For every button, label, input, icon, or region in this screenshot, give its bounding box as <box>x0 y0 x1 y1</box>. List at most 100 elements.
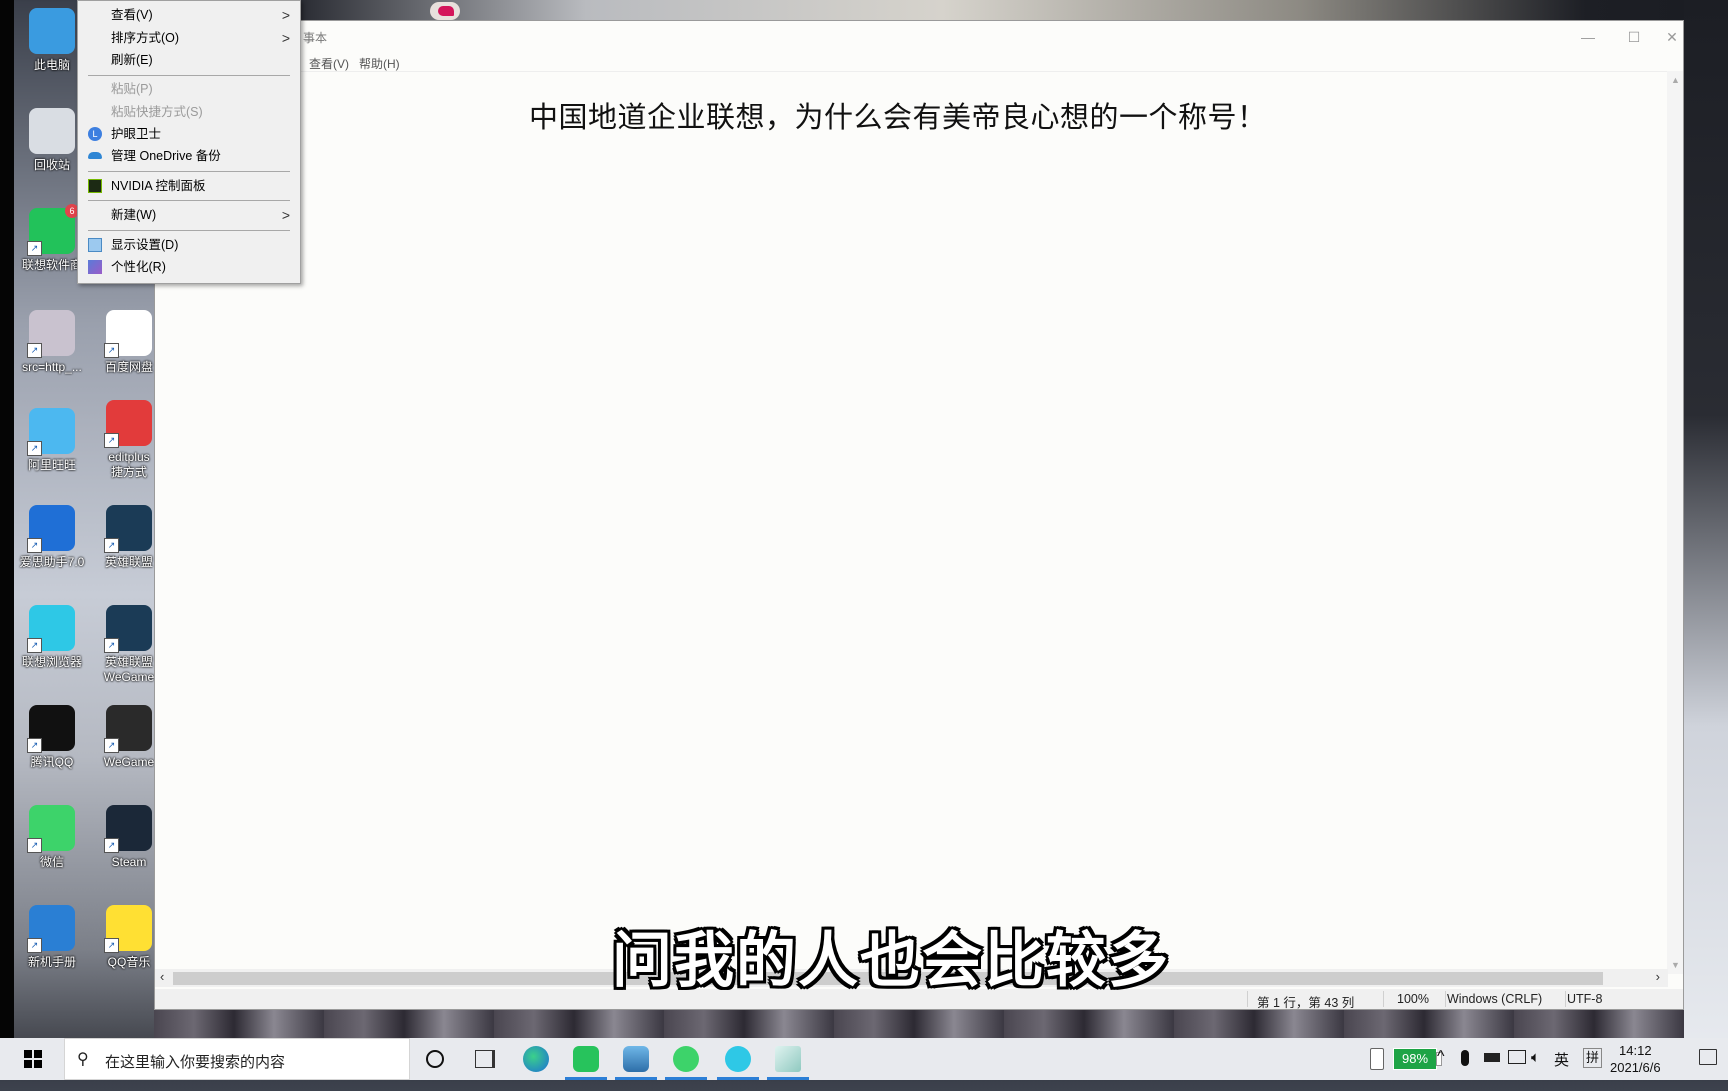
window-title: 事本 <box>303 31 328 45</box>
vertical-scrollbar[interactable]: ▲ ▼ <box>1667 71 1683 974</box>
scroll-right-icon[interactable]: › <box>1656 969 1660 984</box>
app-icon: ↗ <box>104 310 152 358</box>
desktop-icon[interactable]: ↗ 爱思助手7.0 <box>12 505 92 570</box>
desktop-icon-label: 爱思助手7.0 <box>19 555 85 569</box>
menu-item-onedrive[interactable]: 管理 OneDrive 备份 <box>78 145 300 167</box>
menu-separator <box>88 230 290 231</box>
device-icon[interactable] <box>1484 1053 1500 1062</box>
app-icon[interactable] <box>615 1046 657 1080</box>
shortcut-arrow-icon: ↗ <box>104 738 119 753</box>
menu-item-nvidia[interactable]: NVIDIA 控制面板 <box>78 175 300 197</box>
shortcut-arrow-icon: ↗ <box>27 738 42 753</box>
taskbar: ⚲ 在这里输入你要搜索的内容 98% ^ 🔈︎ 英 拼 14:12 2021/6… <box>0 1038 1728 1080</box>
menu-separator <box>88 171 290 172</box>
scroll-down-icon[interactable]: ▼ <box>1671 960 1680 970</box>
desktop-icon-label: 腾讯QQ <box>30 755 74 769</box>
shortcut-arrow-icon: ↗ <box>27 638 42 653</box>
shortcut-arrow-icon: ↗ <box>104 838 119 853</box>
menu-help[interactable]: 帮助(H) <box>359 55 400 72</box>
shortcut-arrow-icon: ↗ <box>27 938 42 953</box>
app-icon: ↗ <box>27 805 75 853</box>
menu-item-view[interactable]: 查看(V) > <box>78 4 300 26</box>
menu-separator <box>88 200 290 201</box>
desktop-icon-label: src=http_... <box>22 360 82 374</box>
app-icon: ↗ <box>27 705 75 753</box>
encoding: UTF-8 <box>1567 992 1603 1006</box>
microphone-icon[interactable] <box>1461 1050 1469 1066</box>
volume-icon[interactable]: 🔈︎ <box>1531 1049 1540 1091</box>
shortcut-arrow-icon: ↗ <box>27 241 42 256</box>
clock-time: 14:12 <box>1619 1043 1652 1058</box>
lenovo-browser-icon[interactable] <box>717 1046 759 1080</box>
app-icon: ↗ <box>104 905 152 953</box>
chevron-up-icon[interactable]: ^ <box>1437 1048 1445 1090</box>
shortcut-arrow-icon: ↗ <box>27 441 42 456</box>
windows-start-icon[interactable] <box>24 1050 42 1068</box>
menu-item-personalize[interactable]: 个性化(R) <box>78 256 300 278</box>
menu-item-refresh[interactable]: 刷新(E) <box>78 49 300 71</box>
maximize-button[interactable]: ☐ <box>1611 21 1657 53</box>
notification-icon[interactable] <box>1699 1049 1717 1065</box>
desktop-icon[interactable]: ↗ src=http_... <box>12 310 92 375</box>
shortcut-arrow-icon: ↗ <box>27 343 42 358</box>
menu-item-display-settings[interactable]: 显示设置(D) <box>78 234 300 256</box>
shortcut-arrow-icon: ↗ <box>27 838 42 853</box>
clock[interactable]: 14:12 2021/6/6 <box>1610 1042 1661 1076</box>
network-icon[interactable] <box>1508 1050 1526 1064</box>
edge-icon[interactable] <box>523 1046 549 1072</box>
scroll-up-icon[interactable]: ▲ <box>1671 75 1680 85</box>
close-button[interactable]: ✕ <box>1659 21 1685 53</box>
app-icon: ↗ <box>27 605 75 653</box>
desktop-icon-label: 阿里旺旺 <box>27 458 76 472</box>
app-icon <box>29 108 75 154</box>
chevron-right-icon: > <box>281 7 290 23</box>
shortcut-arrow-icon: ↗ <box>27 538 42 553</box>
text-editor[interactable]: 中国地道企业联想，为什么会有美帝良心想的一个称号！ <box>155 71 1668 975</box>
app-icon: ↗ <box>104 705 152 753</box>
lenovo-store-icon[interactable] <box>565 1046 607 1080</box>
video-subtitle: 问我的人也会比较多 <box>612 926 1170 996</box>
menu-item-new[interactable]: 新建(W) > <box>78 204 300 226</box>
chevron-right-icon: > <box>281 30 290 46</box>
desktop-icon[interactable]: ↗ 联想浏览器 <box>12 605 92 670</box>
app-icon: ↗ <box>104 400 152 448</box>
shortcut-arrow-icon: ↗ <box>104 538 119 553</box>
notepad-window: 事本 — ☐ ✕ 查看(V) 帮助(H) 中国地道企业联想，为什么会有美帝良心想… <box>154 20 1684 1010</box>
app-icon: ↗ <box>27 905 75 953</box>
scroll-left-icon[interactable]: ‹ <box>160 969 164 984</box>
zoom-level: 100% <box>1397 992 1429 1006</box>
desktop-icon-label: 联想浏览器 <box>21 655 82 669</box>
menu-view[interactable]: 查看(V) <box>309 55 349 72</box>
status-divider <box>1247 991 1248 1007</box>
desktop-icon[interactable]: ↗ 微信 <box>12 805 92 870</box>
power-plug-icon[interactable] <box>1370 1048 1384 1070</box>
desktop-icon-label: 新机手册 <box>27 955 76 969</box>
app-icon: ↗ <box>27 310 75 358</box>
personalize-icon <box>88 260 102 274</box>
minimize-button[interactable]: — <box>1565 21 1611 53</box>
status-divider <box>1445 991 1446 1007</box>
onedrive-icon <box>88 152 102 159</box>
notepad-icon[interactable] <box>767 1046 809 1080</box>
clock-date: 2021/6/6 <box>1610 1060 1661 1075</box>
menu-item-sort[interactable]: 排序方式(O) > <box>78 27 300 49</box>
eye-guard-icon: L <box>88 127 102 141</box>
desktop-icon[interactable]: ↗ 腾讯QQ <box>12 705 92 770</box>
app-icon: ↗ 6 <box>27 204 79 256</box>
ime-language[interactable]: 英 <box>1554 1049 1569 1091</box>
task-view-icon[interactable] <box>475 1050 495 1068</box>
cortana-icon[interactable] <box>426 1050 444 1068</box>
shortcut-arrow-icon: ↗ <box>104 938 119 953</box>
ime-mode[interactable]: 拼 <box>1583 1048 1603 1068</box>
desktop-icon[interactable]: ↗ 新机手册 <box>12 905 92 970</box>
wallpaper-right <box>1684 0 1728 1038</box>
wechat-icon[interactable] <box>665 1046 707 1080</box>
status-divider <box>1383 991 1384 1007</box>
editor-content[interactable]: 中国地道企业联想，为什么会有美帝良心想的一个称号！ <box>529 94 1267 136</box>
display-icon <box>88 238 102 252</box>
taskbar-search-input[interactable]: ⚲ 在这里输入你要搜索的内容 <box>64 1038 410 1080</box>
desktop-icon[interactable]: ↗ 阿里旺旺 <box>12 408 92 473</box>
shortcut-arrow-icon: ↗ <box>104 638 119 653</box>
menu-item-eye-guard[interactable]: L 护眼卫士 <box>78 123 300 145</box>
battery-indicator[interactable]: 98% <box>1393 1048 1437 1070</box>
